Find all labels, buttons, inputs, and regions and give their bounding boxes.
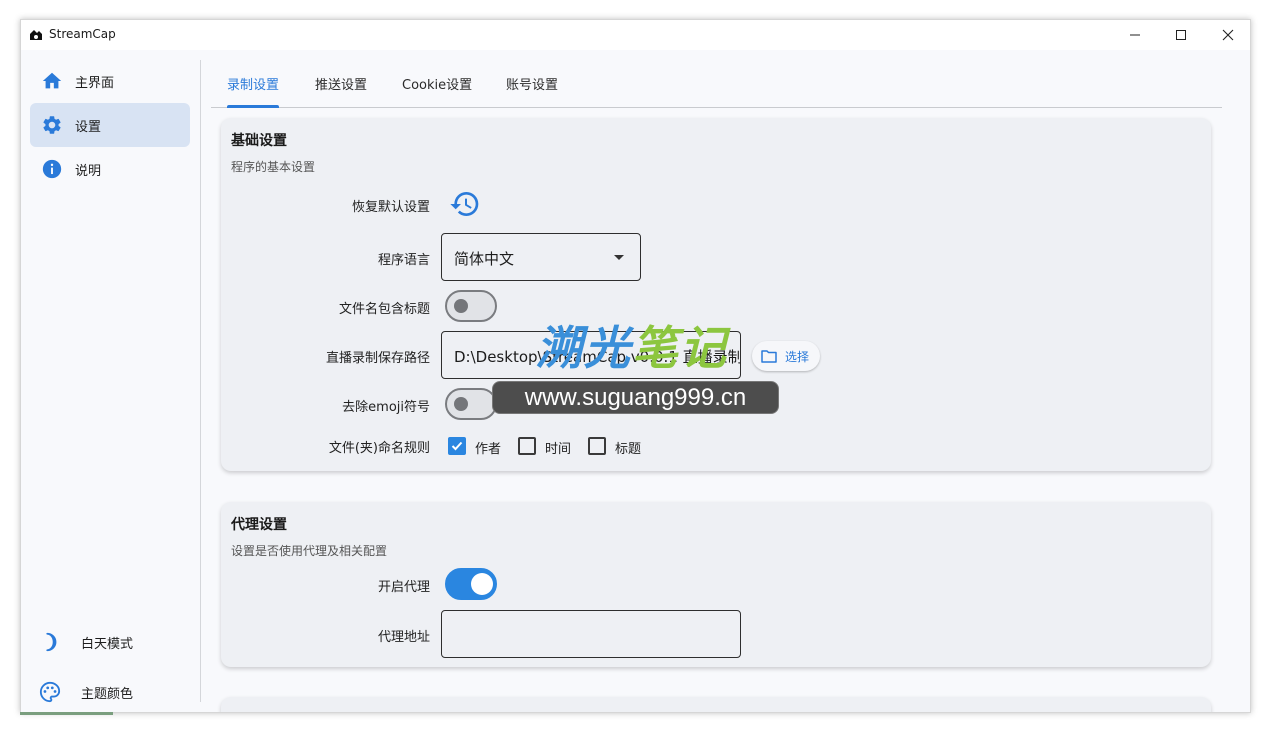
info-icon <box>42 159 62 179</box>
save-path-label: 直播录制保存路径 <box>325 351 430 366</box>
settings-tabs: 录制设置 推送设置 Cookie设置 账号设置 <box>211 60 1222 108</box>
theme-mode-label: 白天模式 <box>81 637 134 652</box>
naming-title-label: 标题 <box>615 442 642 457</box>
checkbox-unchecked <box>518 437 536 455</box>
tab-push-settings[interactable]: 推送设置 <box>315 74 367 108</box>
sidebar-item-label: 说明 <box>75 164 102 179</box>
restore-defaults-label: 恢复默认设置 <box>351 200 430 215</box>
title-bar: StreamCap <box>21 20 1250 50</box>
moon-icon <box>46 632 57 652</box>
proxy-settings-title: 代理设置 <box>231 517 287 533</box>
tab-recording-settings[interactable]: 录制设置 <box>227 74 280 108</box>
sidebar-item-settings[interactable]: 设置 <box>30 103 190 147</box>
naming-title-checkbox[interactable]: 标题 <box>588 436 648 457</box>
folder-icon <box>761 350 777 363</box>
enable-proxy-toggle[interactable] <box>445 568 497 600</box>
watermark-logo: 溯光笔记 <box>536 321 728 375</box>
maximize-icon <box>1176 30 1186 40</box>
theme-mode-toggle[interactable]: 白天模式 <box>30 622 190 662</box>
watermark-url: www.suguang999.cn <box>492 381 779 414</box>
language-selected-value: 简体中文 <box>454 250 515 268</box>
sidebar-item-label: 设置 <box>75 120 102 135</box>
naming-time-label: 时间 <box>545 442 572 457</box>
taskbar-strip <box>20 712 113 715</box>
checkbox-unchecked <box>588 437 606 455</box>
tab-account-settings[interactable]: 账号设置 <box>506 74 558 108</box>
basic-settings-card: 基础设置 程序的基本设置 恢复默认设置 程序语言 简体中文 文件名包含标题 直播… <box>221 118 1211 471</box>
choose-folder-button[interactable]: 选择 <box>752 341 820 371</box>
proxy-address-label: 代理地址 <box>377 630 430 645</box>
sidebar-divider <box>200 60 201 702</box>
proxy-settings-card: 代理设置 设置是否使用代理及相关配置 开启代理 代理地址 <box>221 502 1211 667</box>
filename-title-label: 文件名包含标题 <box>338 302 430 317</box>
minimize-button[interactable] <box>1112 20 1158 50</box>
theme-color-label: 主题颜色 <box>81 687 134 702</box>
naming-author-label: 作者 <box>475 442 502 457</box>
sidebar-item-label: 主界面 <box>75 76 115 91</box>
basic-settings-subtitle: 程序的基本设置 <box>231 160 316 174</box>
dropdown-arrow-icon <box>614 255 624 260</box>
restore-history-icon[interactable] <box>449 188 481 220</box>
sidebar-item-help[interactable]: 说明 <box>30 147 190 191</box>
streamcap-logo-icon <box>30 30 42 40</box>
choose-folder-label: 选择 <box>785 350 810 364</box>
close-button[interactable] <box>1205 20 1250 50</box>
minimize-icon <box>1130 34 1140 36</box>
naming-author-checkbox[interactable]: 作者 <box>448 436 508 457</box>
enable-proxy-label: 开启代理 <box>377 580 430 595</box>
gear-icon <box>43 116 61 134</box>
sidebar: 主界面 设置 说明 白天模式 主题颜色 <box>21 50 201 712</box>
palette-icon <box>39 681 61 703</box>
proxy-address-input[interactable] <box>441 610 741 658</box>
language-select[interactable]: 简体中文 <box>441 233 641 281</box>
window-title: StreamCap <box>49 27 116 41</box>
proxy-settings-subtitle: 设置是否使用代理及相关配置 <box>231 544 388 558</box>
remove-emoji-toggle[interactable] <box>445 388 497 420</box>
close-icon <box>1222 29 1234 41</box>
naming-rule-label: 文件(夹)命名规则 <box>328 441 430 456</box>
basic-settings-title: 基础设置 <box>231 133 287 149</box>
home-icon <box>42 72 62 89</box>
theme-color-button[interactable]: 主题颜色 <box>30 672 190 712</box>
next-settings-card <box>221 697 1211 712</box>
maximize-button[interactable] <box>1158 20 1204 50</box>
filename-title-toggle[interactable] <box>445 290 497 322</box>
sidebar-item-home[interactable]: 主界面 <box>30 59 190 103</box>
remove-emoji-label: 去除emoji符号 <box>342 400 430 415</box>
checkmark-icon <box>451 441 463 451</box>
language-label: 程序语言 <box>377 253 430 268</box>
checkbox-checked <box>448 437 466 455</box>
naming-time-checkbox[interactable]: 时间 <box>518 436 578 457</box>
tab-cookie-settings[interactable]: Cookie设置 <box>402 74 472 108</box>
